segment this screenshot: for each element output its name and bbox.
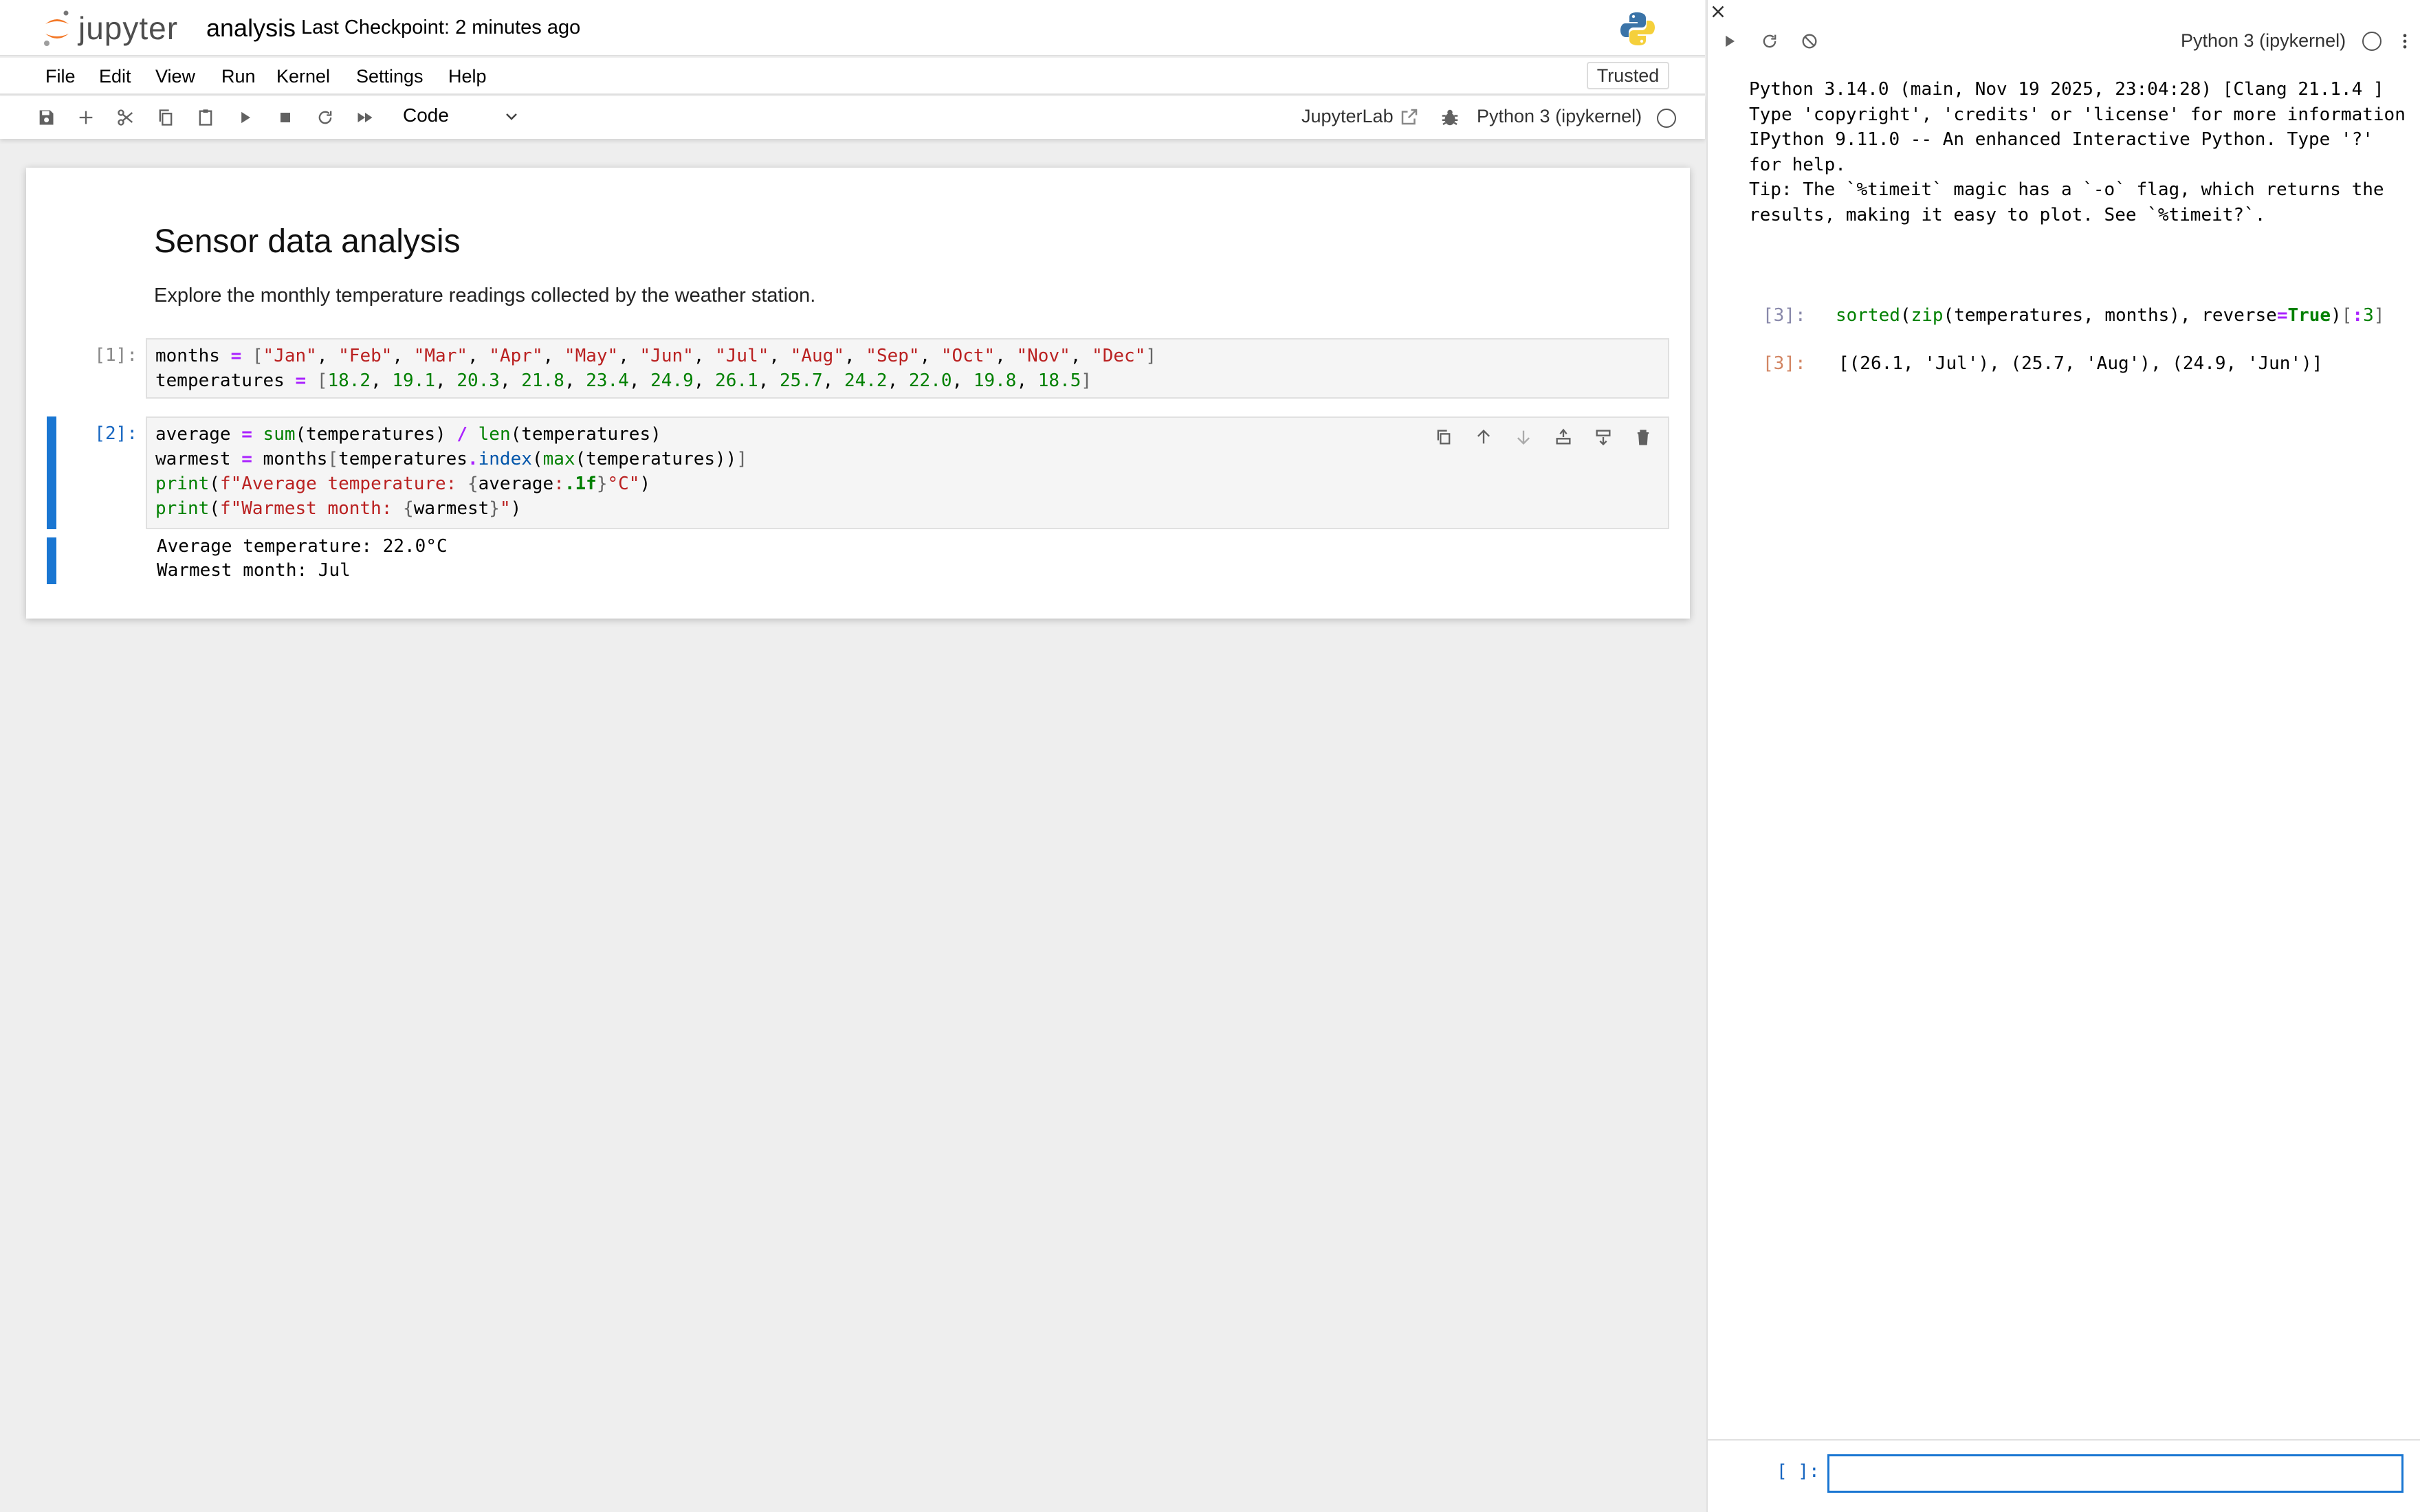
restart-icon[interactable]: [1760, 32, 1779, 51]
paste-icon[interactable]: [194, 106, 217, 129]
console-new-prompt: [ ]:: [1776, 1461, 1820, 1482]
run-icon[interactable]: [1720, 32, 1739, 51]
notebook-header: jupyter analysis Last Checkpoint: 2 minu…: [0, 0, 1705, 56]
markdown-paragraph: Explore the monthly temperature readings…: [154, 285, 816, 307]
copy-icon[interactable]: [154, 106, 177, 129]
restart-icon[interactable]: [314, 106, 337, 129]
debugger-bug-icon[interactable]: [1440, 107, 1460, 128]
jupyter-logo[interactable]: jupyter: [41, 7, 178, 49]
menu-help[interactable]: Help: [448, 66, 487, 87]
console-output-prompt: [3]:: [1763, 353, 1806, 374]
console-kernel-status-icon: [2362, 32, 2382, 51]
jupyter-logo-text: jupyter: [78, 10, 179, 46]
move-up-icon[interactable]: [1471, 425, 1496, 449]
jupyter-logo-icon: [44, 10, 69, 46]
fast-forward-icon[interactable]: [353, 106, 377, 129]
cell-type-value: Code: [403, 104, 449, 126]
clear-icon[interactable]: [1800, 32, 1819, 51]
external-link-icon: [1401, 109, 1417, 124]
menu-run[interactable]: Run: [221, 66, 256, 87]
code-line: average = sum(temperatures) / len(temper…: [155, 424, 661, 445]
console-banner: Python 3.14.0 (main, Nov 19 2025, 23:04:…: [1749, 79, 2406, 225]
kernel-name[interactable]: Python 3 (ipykernel): [1477, 106, 1642, 127]
insert-above-icon[interactable]: [1551, 425, 1576, 449]
python-logo-icon: [1620, 12, 1655, 45]
notebook-title[interactable]: analysis: [206, 14, 296, 43]
menu-view[interactable]: View: [155, 66, 195, 87]
add-cell-icon[interactable]: [74, 106, 98, 129]
chevron-down-icon: [503, 107, 520, 129]
console-output: [(26.1, 'Jul'), (25.7, 'Aug'), (24.9, 'J…: [1838, 353, 2323, 374]
kernel-status-icon: [1657, 109, 1676, 128]
console-panel: Python 3 (ipykernel) Python 3.14.0 (main…: [1706, 0, 2420, 1512]
cell-1-prompt: [1]:: [94, 345, 138, 366]
output-collapser[interactable]: [47, 537, 56, 584]
menu-kernel[interactable]: Kernel: [276, 66, 330, 87]
console-input-prompt: [3]:: [1763, 305, 1806, 326]
console-executed-code: sorted(zip(temperatures, months), revers…: [1836, 305, 2385, 326]
console-prompt-row: [ ]:: [1708, 1439, 2420, 1512]
notebook-panel: jupyter analysis Last Checkpoint: 2 minu…: [0, 0, 1705, 1512]
cell-2-output: Average temperature: 22.0°C Warmest mont…: [157, 536, 448, 581]
menu-settings[interactable]: Settings: [356, 66, 424, 87]
run-cell-icon[interactable]: [234, 106, 257, 129]
cut-icon[interactable]: [114, 106, 138, 129]
open-in-jupyterlab-button[interactable]: JupyterLab: [1301, 106, 1420, 127]
close-icon[interactable]: [1708, 1, 1728, 22]
menu-file[interactable]: File: [45, 66, 76, 87]
code-line: warmest = months[temperatures.index(max(…: [155, 449, 747, 469]
console-kernel-name[interactable]: Python 3 (ipykernel): [2181, 30, 2346, 52]
code-line: print(f"Warmest month: {warmest}"): [155, 498, 522, 519]
console-toolbar: Python 3 (ipykernel): [1708, 25, 2420, 59]
more-options-icon[interactable]: [2395, 32, 2414, 51]
move-down-icon[interactable]: [1511, 425, 1536, 449]
code-line: months = ["Jan", "Feb", "Mar", "Apr", "M…: [155, 346, 1157, 366]
checkpoint-status: Last Checkpoint: 2 minutes ago: [301, 16, 581, 38]
cell-action-toolbar: [1431, 425, 1651, 452]
cell-2-prompt: [2]:: [94, 423, 138, 444]
code-line: print(f"Average temperature: {average:.1…: [155, 474, 651, 494]
code-line: temperatures = [18.2, 19.1, 20.3, 21.8, …: [155, 370, 1092, 391]
notebook-toolbar: Code JupyterLab Python 3 (ipykernel): [0, 96, 1705, 139]
save-icon[interactable]: [34, 106, 58, 129]
open-in-jupyterlab-label: JupyterLab: [1301, 106, 1394, 126]
duplicate-cell-icon[interactable]: [1431, 425, 1456, 449]
trusted-badge[interactable]: Trusted: [1587, 62, 1669, 89]
console-input[interactable]: [1827, 1454, 2404, 1493]
active-cell-indicator[interactable]: [47, 416, 56, 529]
notebook-document: Sensor data analysis Explore the monthly…: [26, 168, 1690, 619]
insert-below-icon[interactable]: [1591, 425, 1616, 449]
cell-type-select[interactable]: Code: [403, 104, 520, 131]
stop-icon[interactable]: [274, 106, 297, 129]
delete-cell-icon[interactable]: [1631, 425, 1656, 449]
menu-bar: File Edit View Run Kernel Settings Help …: [0, 58, 1705, 95]
menu-edit[interactable]: Edit: [99, 66, 131, 87]
markdown-heading: Sensor data analysis: [154, 223, 461, 260]
cell-1-editor[interactable]: months = ["Jan", "Feb", "Mar", "Apr", "M…: [146, 338, 1669, 399]
